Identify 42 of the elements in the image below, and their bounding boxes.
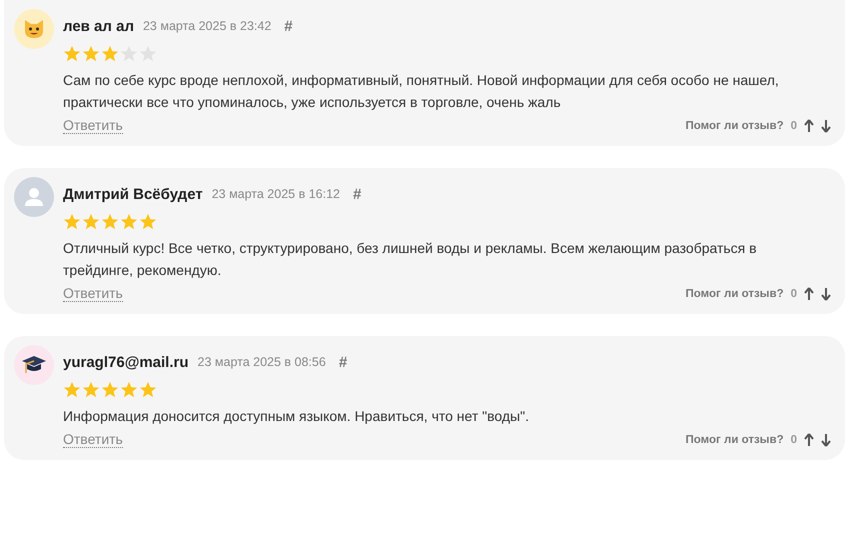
author-name: yuragl76@mail.ru xyxy=(63,354,189,370)
star-icon xyxy=(82,381,100,399)
helpful-count: 0 xyxy=(790,120,797,132)
arrow-down-icon[interactable] xyxy=(821,432,831,446)
star-icon xyxy=(101,213,119,231)
star-icon xyxy=(120,213,138,231)
star-icon xyxy=(82,213,100,231)
permalink[interactable]: # xyxy=(284,18,293,34)
helpful-label: Помог ли отзыв? xyxy=(686,288,784,300)
author-name: лев ал ал xyxy=(63,18,134,34)
arrow-up-icon[interactable] xyxy=(804,286,814,300)
reply-link[interactable]: Ответить xyxy=(63,285,123,302)
arrow-up-icon[interactable] xyxy=(804,432,814,446)
review-text: Сам по себе курс вроде неплохой, информативный, понятный. Новой информации для себя особо не нашел, практически все что упоминалось, уже используется в торговле, очень жаль xyxy=(63,71,780,112)
author-name: Дмитрий Всёбудет xyxy=(63,186,203,202)
permalink[interactable]: # xyxy=(338,354,348,370)
star-icon xyxy=(139,213,157,231)
star-icon xyxy=(82,45,100,63)
helpful-count: 0 xyxy=(790,288,797,300)
arrow-down-icon[interactable] xyxy=(821,118,831,132)
arrow-up-icon[interactable] xyxy=(804,118,814,132)
review-text: Отличный курс! Все четко, структурировано, без лишней воды и рекламы. Всем желающим разобраться в трейдинге, рекомендую. xyxy=(63,239,758,280)
review-date: 23 марта 2025 в 16:12 xyxy=(212,187,340,201)
star-icon xyxy=(63,213,81,231)
helpful-label: Помог ли отзыв? xyxy=(686,434,784,446)
arrow-down-icon[interactable] xyxy=(821,286,831,300)
permalink[interactable]: # xyxy=(352,186,362,202)
star-icon xyxy=(139,381,157,399)
review-text: Информация доносится доступным языком. Нравиться, что нет "воды". xyxy=(63,407,530,426)
helpful-count: 0 xyxy=(790,434,797,446)
cat-face-icon xyxy=(23,19,45,39)
star-icon xyxy=(120,381,138,399)
review-date: 23 марта 2025 в 23:42 xyxy=(142,19,272,33)
helpful-label: Помог ли отзыв? xyxy=(686,120,784,132)
user-silhouette-icon xyxy=(24,187,44,207)
star-icon xyxy=(63,45,81,63)
review-date: 23 марта 2025 в 08:56 xyxy=(198,355,326,369)
reply-link[interactable]: Ответить xyxy=(63,431,123,448)
star-icon xyxy=(101,45,119,63)
reply-link[interactable]: Ответить xyxy=(63,117,123,134)
star-icon xyxy=(101,381,119,399)
star-icon xyxy=(63,381,81,399)
